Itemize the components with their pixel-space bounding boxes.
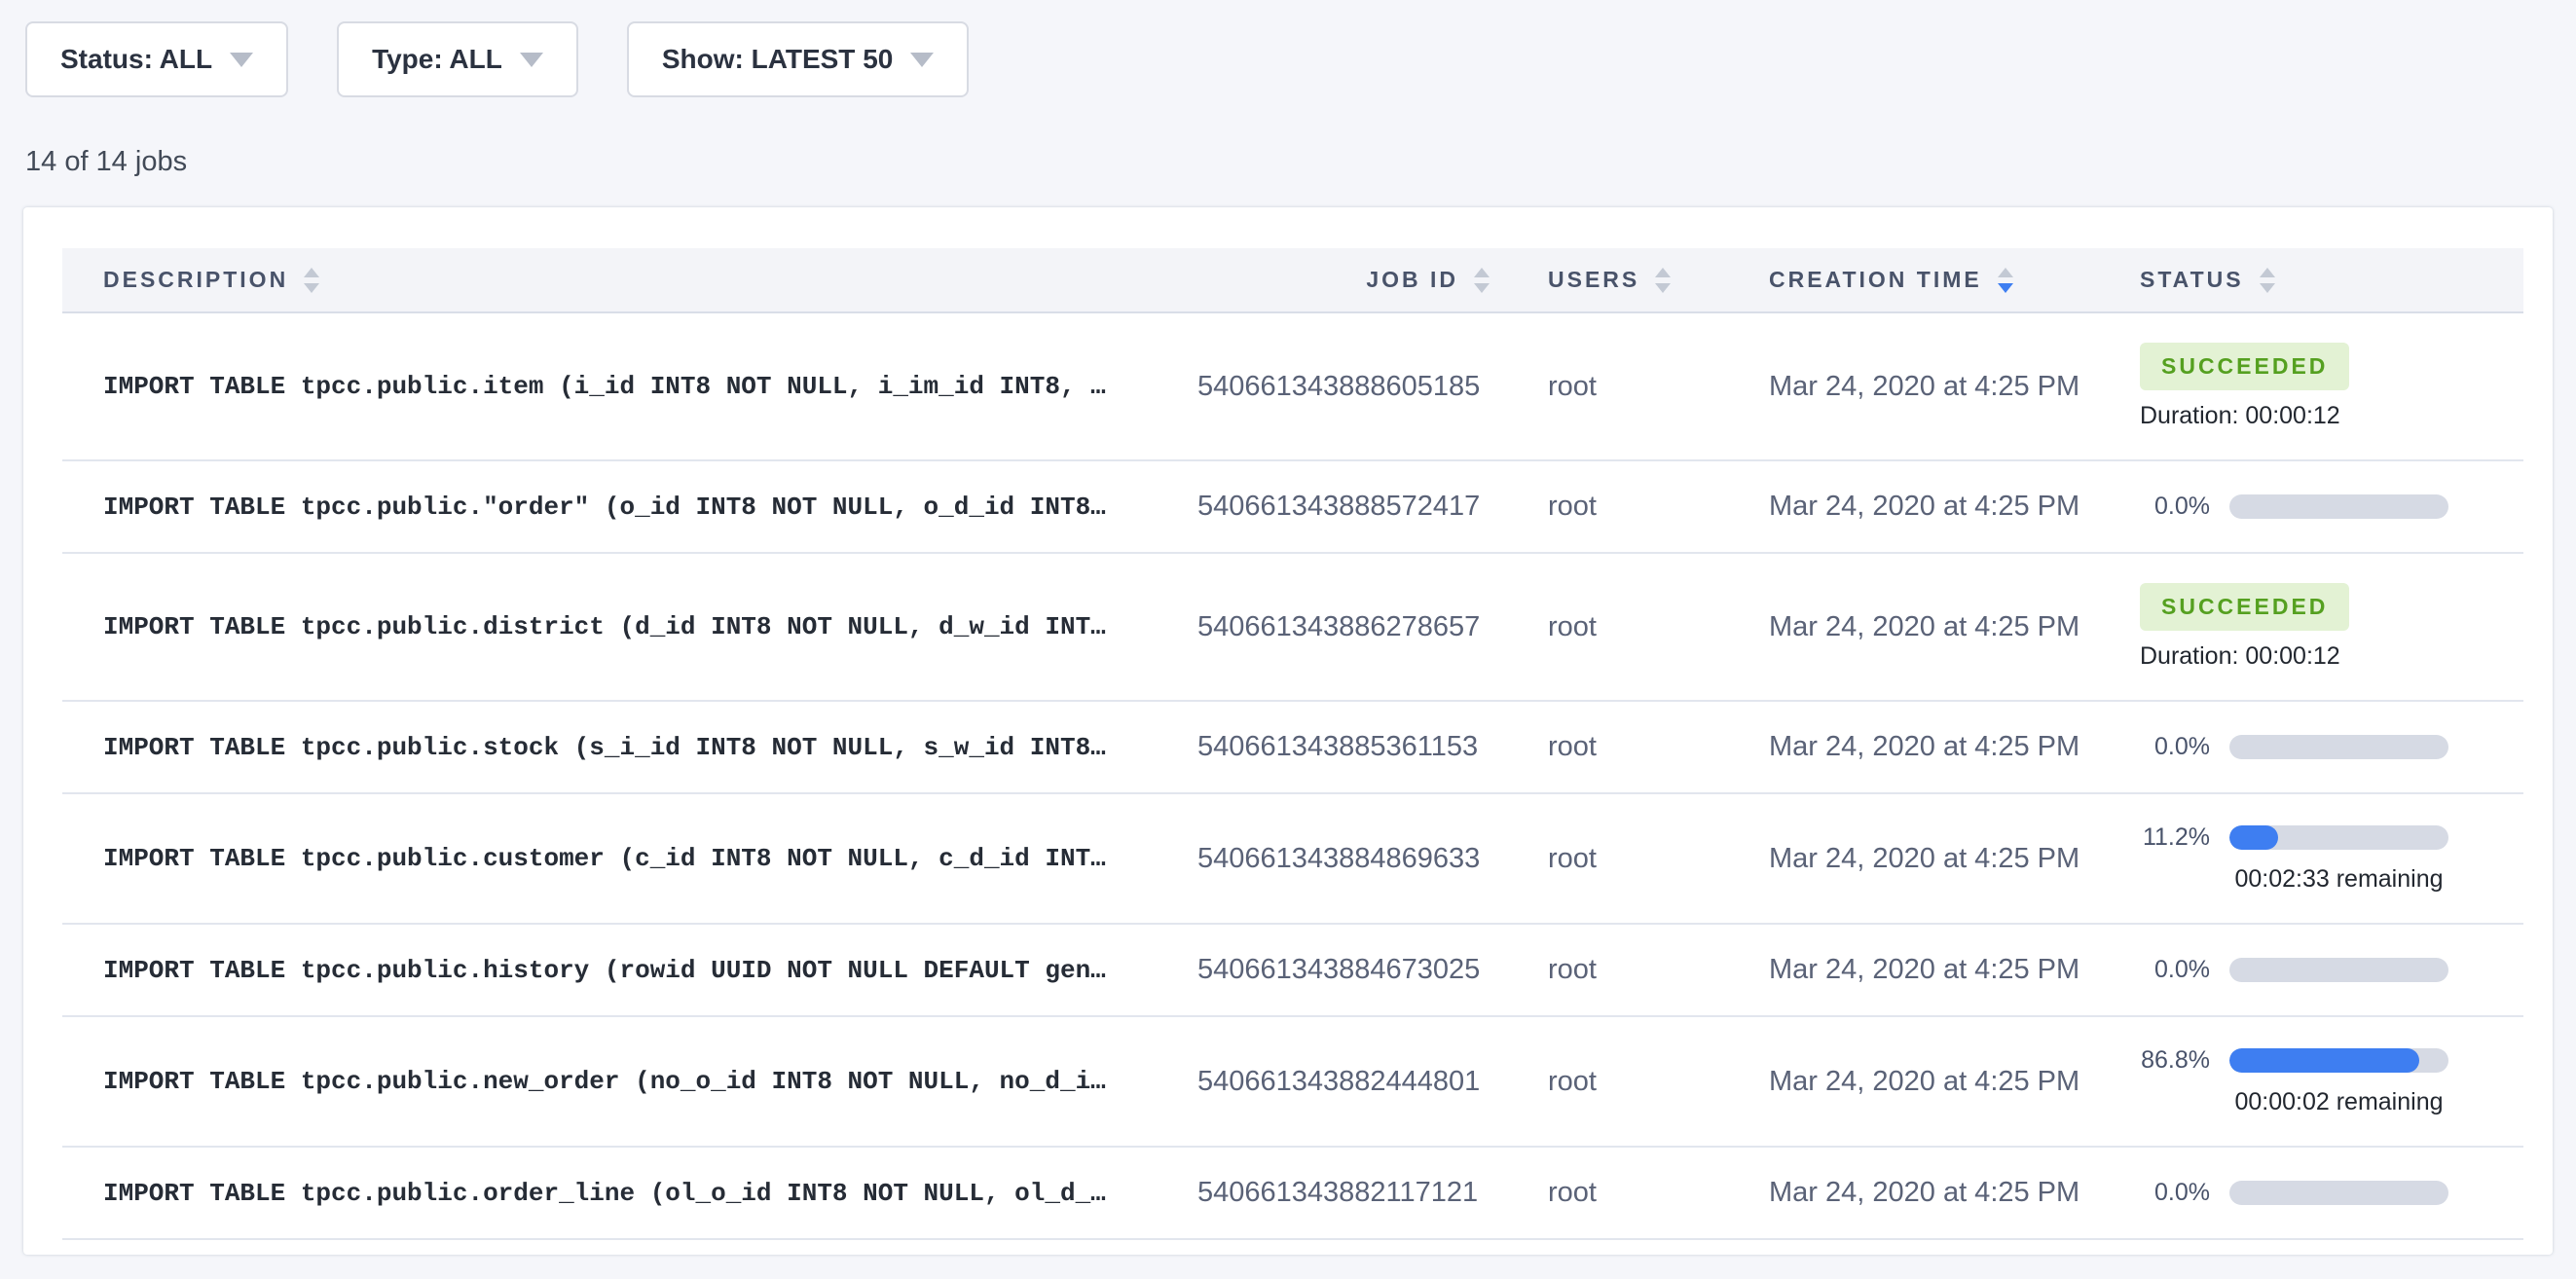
job-user: root [1548, 1177, 1597, 1208]
status-filter-label: Status: ALL [60, 44, 212, 75]
sort-arrows-icon [1474, 268, 1490, 293]
show-filter-dropdown[interactable]: Show: LATEST 50 [627, 21, 970, 97]
progress-remaining: 00:00:02 remaining [2229, 1088, 2448, 1116]
table-row[interactable]: IMPORT TABLE tpcc.public.stock (s_i_id I… [62, 701, 2523, 793]
column-header-status[interactable]: STATUS [2093, 248, 2523, 312]
table-row[interactable]: IMPORT TABLE tpcc.public.history (rowid … [62, 924, 2523, 1016]
progress-bar [2229, 1181, 2448, 1205]
column-header-description[interactable]: DESCRIPTION [62, 248, 1197, 312]
filters-bar: Status: ALL Type: ALL Show: LATEST 50 [0, 0, 2576, 97]
table-row[interactable]: IMPORT TABLE tpcc.public.order_line (ol_… [62, 1147, 2523, 1239]
column-header-job-id[interactable]: JOB ID [1197, 248, 1490, 312]
sort-arrows-icon [1998, 268, 2013, 293]
job-description[interactable]: IMPORT TABLE tpcc.public.order_line (ol_… [103, 1179, 1106, 1208]
table-row[interactable]: IMPORT TABLE tpcc.public.customer (c_id … [62, 793, 2523, 924]
column-header-label: CREATION TIME [1769, 267, 1982, 293]
status-filter-dropdown[interactable]: Status: ALL [25, 21, 288, 97]
jobs-table-card: DESCRIPTION JOB ID USERS CREATION TIME S… [23, 207, 2553, 1255]
job-user: root [1548, 954, 1597, 985]
job-id: 540661343884869633 [1197, 843, 1480, 874]
table-row[interactable]: IMPORT TABLE tpcc.public.new_order (no_o… [62, 1016, 2523, 1147]
job-id: 540661343888605185 [1197, 371, 1480, 402]
progress-percent: 0.0% [2140, 956, 2210, 984]
status-badge: SUCCEEDED [2140, 343, 2349, 390]
status-duration: Duration: 00:00:12 [2140, 402, 2523, 430]
job-user: root [1548, 731, 1597, 762]
job-id: 540661343882117121 [1197, 1177, 1478, 1208]
job-description[interactable]: IMPORT TABLE tpcc.public.customer (c_id … [103, 844, 1106, 873]
table-row[interactable]: IMPORT TABLE tpcc.public."order" (o_id I… [62, 460, 2523, 553]
column-header-creation-time[interactable]: CREATION TIME [1713, 248, 2093, 312]
job-user: root [1548, 491, 1597, 522]
jobs-count: 14 of 14 jobs [25, 146, 2576, 178]
job-creation-time: Mar 24, 2020 at 4:25 PM [1769, 491, 2079, 522]
job-description[interactable]: IMPORT TABLE tpcc.public.district (d_id … [103, 612, 1106, 641]
sort-arrows-icon [304, 268, 319, 293]
job-description[interactable]: IMPORT TABLE tpcc.public.history (rowid … [103, 956, 1106, 985]
job-creation-time: Mar 24, 2020 at 4:25 PM [1769, 954, 2079, 985]
progress-percent: 86.8% [2140, 1046, 2210, 1075]
show-filter-label: Show: LATEST 50 [662, 44, 894, 75]
job-id: 540661343888572417 [1197, 491, 1480, 522]
job-user: root [1548, 611, 1597, 642]
job-id: 540661343882444801 [1197, 1066, 1480, 1097]
progress-bar [2229, 958, 2448, 982]
progress-bar [2229, 494, 2448, 519]
progress-percent: 11.2% [2140, 823, 2210, 852]
type-filter-label: Type: ALL [372, 44, 502, 75]
chevron-down-icon [910, 53, 934, 67]
job-description[interactable]: IMPORT TABLE tpcc.public.stock (s_i_id I… [103, 733, 1106, 762]
job-user: root [1548, 1066, 1597, 1097]
job-creation-time: Mar 24, 2020 at 4:25 PM [1769, 731, 2079, 762]
job-creation-time: Mar 24, 2020 at 4:25 PM [1769, 371, 2079, 402]
sort-arrows-icon [1655, 268, 1671, 293]
table-row[interactable]: IMPORT TABLE tpcc.public.warehouse (w_id… [62, 1239, 2523, 1255]
job-description[interactable]: IMPORT TABLE tpcc.public.item (i_id INT8… [103, 372, 1106, 401]
chevron-down-icon [230, 53, 253, 67]
job-creation-time: Mar 24, 2020 at 4:25 PM [1769, 611, 2079, 642]
job-description[interactable]: IMPORT TABLE tpcc.public.new_order (no_o… [103, 1067, 1106, 1096]
column-header-label: DESCRIPTION [103, 267, 288, 293]
job-creation-time: Mar 24, 2020 at 4:25 PM [1769, 1177, 2079, 1208]
table-row[interactable]: IMPORT TABLE tpcc.public.item (i_id INT8… [62, 312, 2523, 460]
job-creation-time: Mar 24, 2020 at 4:25 PM [1769, 843, 2079, 874]
progress-bar [2229, 735, 2448, 759]
status-badge: SUCCEEDED [2140, 583, 2349, 631]
job-description[interactable]: IMPORT TABLE tpcc.public."order" (o_id I… [103, 493, 1106, 522]
job-id: 540661343884673025 [1197, 954, 1480, 985]
chevron-down-icon [520, 53, 543, 67]
column-header-label: STATUS [2140, 267, 2244, 293]
jobs-table: DESCRIPTION JOB ID USERS CREATION TIME S… [62, 248, 2523, 1255]
progress-bar [2229, 825, 2448, 850]
job-user: root [1548, 371, 1597, 402]
job-user: root [1548, 843, 1597, 874]
job-id: 540661343885361153 [1197, 731, 1478, 762]
job-id: 540661343886278657 [1197, 611, 1480, 642]
column-header-label: USERS [1548, 267, 1639, 293]
progress-percent: 0.0% [2140, 1179, 2210, 1207]
progress-bar [2229, 1048, 2448, 1073]
type-filter-dropdown[interactable]: Type: ALL [337, 21, 578, 97]
progress-percent: 0.0% [2140, 733, 2210, 761]
table-header-row: DESCRIPTION JOB ID USERS CREATION TIME S… [62, 248, 2523, 312]
sort-arrows-icon [2260, 268, 2275, 293]
column-header-users[interactable]: USERS [1490, 248, 1713, 312]
job-creation-time: Mar 24, 2020 at 4:25 PM [1769, 1066, 2079, 1097]
progress-percent: 0.0% [2140, 493, 2210, 521]
progress-remaining: 00:02:33 remaining [2229, 865, 2448, 894]
table-row[interactable]: IMPORT TABLE tpcc.public.district (d_id … [62, 553, 2523, 701]
status-duration: Duration: 00:00:12 [2140, 642, 2523, 671]
column-header-label: JOB ID [1366, 267, 1458, 293]
